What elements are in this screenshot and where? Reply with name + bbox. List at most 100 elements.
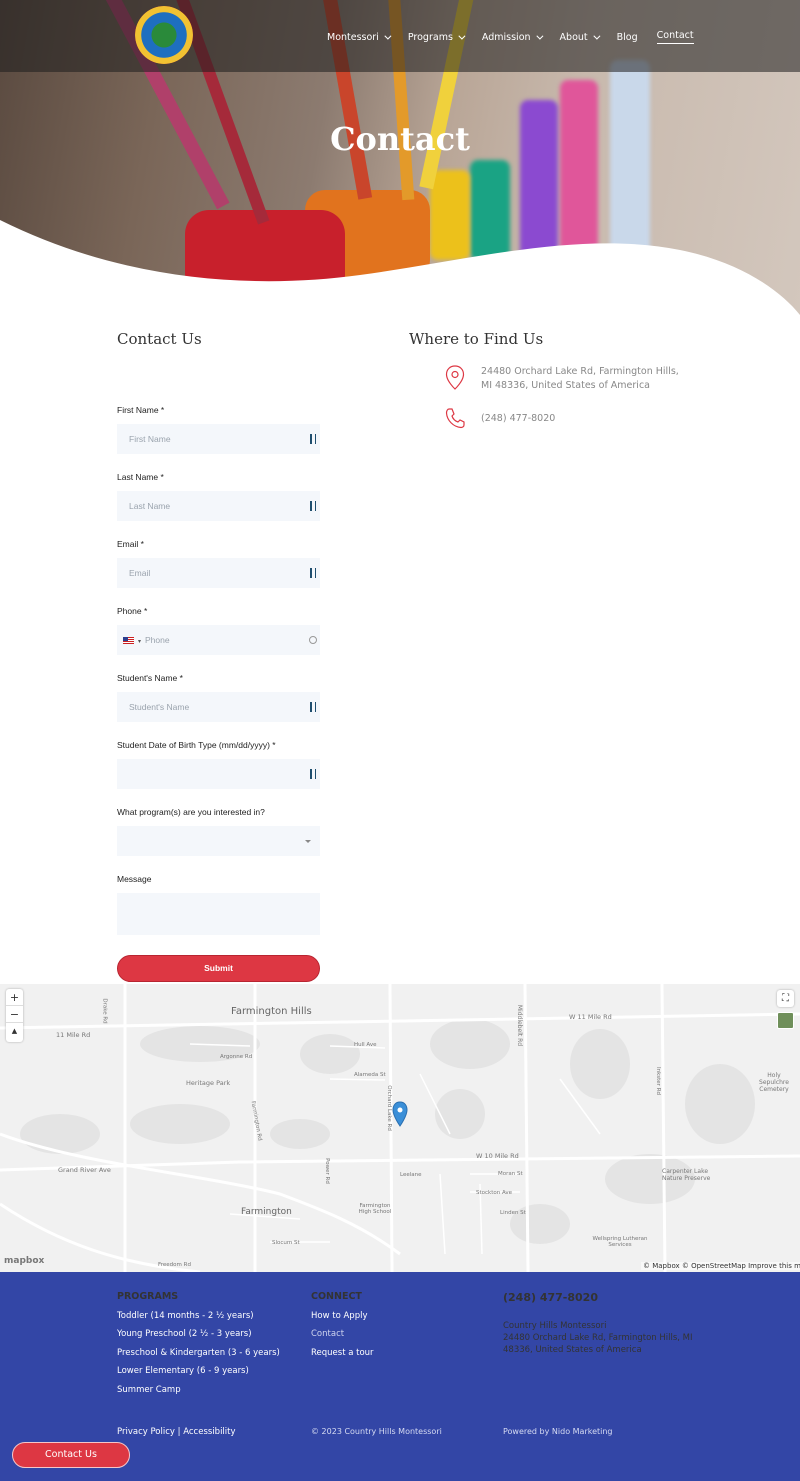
program-label: What program(s) are you interested in? (117, 807, 265, 817)
loading-spinner-icon (309, 636, 317, 644)
autofill-icon[interactable] (310, 702, 316, 712)
footer-connect: CONNECT How to Apply Contact Request a t… (311, 1291, 374, 1366)
phone-icon (445, 408, 465, 429)
chevron-down-icon (593, 32, 601, 40)
nav-item-programs[interactable]: Programs (408, 30, 466, 44)
map-label-moran: Moran St (498, 1171, 523, 1177)
map-pin-icon (445, 365, 465, 390)
map-label-linden: Linden St (500, 1210, 526, 1216)
map-label-argonne: Argonne Rd (220, 1054, 253, 1060)
email-field[interactable]: Email (117, 558, 320, 588)
placeholder-text: Email (129, 568, 151, 578)
footer-address: 24480 Orchard Lake Rd, Farmington Hills,… (503, 1333, 693, 1355)
phone-row: (248) 477-8020 (445, 407, 681, 429)
map-label-stockton: Stockton Ave (476, 1190, 513, 1196)
autofill-icon[interactable] (310, 769, 316, 779)
nav-item-montessori[interactable]: Montessori (327, 30, 392, 44)
nav-item-admission[interactable]: Admission (481, 30, 543, 44)
map-label-carpenter-lake: Carpenter Lake Nature Preserve (662, 1168, 711, 1182)
satellite-toggle-icon[interactable] (777, 1012, 794, 1029)
mapbox-logo[interactable]: mapbox (4, 1256, 44, 1266)
find-us-heading: Where to Find Us (409, 330, 544, 348)
us-flag-icon[interactable] (123, 637, 134, 645)
footer-link-summer-camp[interactable]: Summer Camp (117, 1385, 280, 1395)
map-label-inkster: Inkster Rd (655, 1066, 662, 1096)
map-label-w-11-mile: W 11 Mile Rd (569, 1013, 612, 1021)
student-name-field[interactable]: Student's Name (117, 692, 320, 722)
attribution-text[interactable]: © Mapbox © OpenStreetMap (643, 1262, 746, 1270)
footer-link-young-preschool[interactable]: Young Preschool (2 ½ - 3 years) (117, 1329, 280, 1339)
footer-link-request-tour[interactable]: Request a tour (311, 1348, 374, 1358)
email-label: Email * (117, 539, 144, 549)
map-label-high-school: Farmington High School (358, 1203, 392, 1215)
placeholder-text: Student's Name (129, 702, 190, 712)
fullscreen-icon[interactable]: ⛶ (777, 990, 794, 1007)
submit-button[interactable]: Submit (117, 955, 320, 982)
program-select[interactable] (117, 826, 320, 856)
map-zoom-controls: + − ▲ (6, 989, 23, 1042)
map-label-freedom: Freedom Rd (158, 1262, 191, 1268)
address-row: 24480 Orchard Lake Rd, Farmington Hills,… (445, 365, 681, 393)
address-text: 24480 Orchard Lake Rd, Farmington Hills,… (481, 366, 679, 391)
footer-link-contact[interactable]: Contact (311, 1329, 374, 1339)
map-label-drake: Drake Rd (101, 998, 108, 1024)
map-label-alameda: Alameda St (354, 1072, 386, 1078)
zoom-in-button[interactable]: + (6, 989, 23, 1006)
map-label-grand-river: Grand River Ave (58, 1166, 111, 1174)
zoom-out-button[interactable]: − (6, 1006, 23, 1023)
accessibility-link[interactable]: Accessibility (183, 1427, 235, 1437)
footer-copyright: © 2023 Country Hills Montessori (311, 1427, 442, 1436)
nav-label: Blog (616, 31, 638, 43)
first-name-field[interactable]: First Name (117, 424, 320, 454)
map-label-power: Power Rd (323, 1158, 330, 1184)
chevron-down-icon (458, 32, 466, 40)
footer-link-lower-elementary[interactable]: Lower Elementary (6 - 9 years) (117, 1366, 280, 1376)
school-logo-icon[interactable] (135, 6, 193, 64)
footer-powered-by[interactable]: Powered by Nido Marketing (503, 1427, 613, 1436)
phone-text[interactable]: (248) 477-8020 (481, 407, 681, 429)
footer-programs-heading: PROGRAMS (117, 1291, 179, 1302)
student-name-label: Student's Name * (117, 673, 183, 683)
footer-link-preschool-kindergarten[interactable]: Preschool & Kindergarten (3 - 6 years) (117, 1348, 280, 1358)
autofill-icon[interactable] (310, 501, 316, 511)
hero-wave-divider (0, 220, 800, 320)
autofill-icon[interactable] (310, 434, 316, 444)
legal-separator: | (177, 1427, 181, 1437)
message-textarea[interactable] (117, 893, 320, 935)
map-label-heritage-park: Heritage Park (186, 1079, 231, 1087)
first-name-label: First Name * (117, 405, 165, 415)
footer-phone[interactable]: (248) 477-8020 (503, 1291, 693, 1304)
dob-field[interactable] (117, 759, 320, 789)
nav-label: Admission (481, 31, 531, 43)
nav-item-about[interactable]: About (560, 30, 601, 44)
map-label-farmington: Farmington (241, 1207, 292, 1217)
contact-us-heading: Contact Us (117, 330, 202, 348)
chevron-down-icon (535, 32, 543, 40)
phone-field[interactable]: ▾ Phone (117, 625, 320, 655)
footer-link-toddler[interactable]: Toddler (14 months - 2 ½ years) (117, 1311, 280, 1321)
floating-contact-button[interactable]: Contact Us (12, 1442, 130, 1468)
dob-label: Student Date of Birth Type (mm/dd/yyyy) … (117, 740, 276, 750)
location-map[interactable] (0, 984, 800, 1272)
phone-label: Phone * (117, 606, 148, 616)
map-label-hull: Hull Ave (354, 1042, 377, 1048)
map-label-holy-sepulchre: Holy Sepulchre Cemetery (759, 1072, 789, 1093)
footer-programs: PROGRAMS Toddler (14 months - 2 ½ years)… (117, 1291, 280, 1403)
map-label-middlebelt: Middlebelt Rd (516, 1004, 524, 1047)
page-title: Contact (330, 120, 470, 158)
placeholder-text: First Name (129, 434, 171, 444)
map-attribution: © Mapbox © OpenStreetMap Improve this ma… (641, 1262, 800, 1270)
privacy-policy-link[interactable]: Privacy Policy (117, 1427, 175, 1437)
improve-map-link[interactable]: Improve this map (748, 1262, 800, 1270)
footer-link-how-to-apply[interactable]: How to Apply (311, 1311, 374, 1321)
compass-button[interactable]: ▲ (6, 1023, 23, 1040)
hero-banner: Montessori Programs Admission About Blog… (0, 0, 800, 320)
country-caret-icon[interactable]: ▾ (138, 639, 141, 645)
last-name-field[interactable]: Last Name (117, 491, 320, 521)
nav-label: Contact (656, 30, 694, 41)
nav-item-contact[interactable]: Contact (656, 30, 694, 44)
nav-item-blog[interactable]: Blog (617, 30, 638, 44)
map-label-11-mile: 11 Mile Rd (56, 1031, 91, 1039)
message-label: Message (117, 874, 152, 884)
autofill-icon[interactable] (310, 568, 316, 578)
